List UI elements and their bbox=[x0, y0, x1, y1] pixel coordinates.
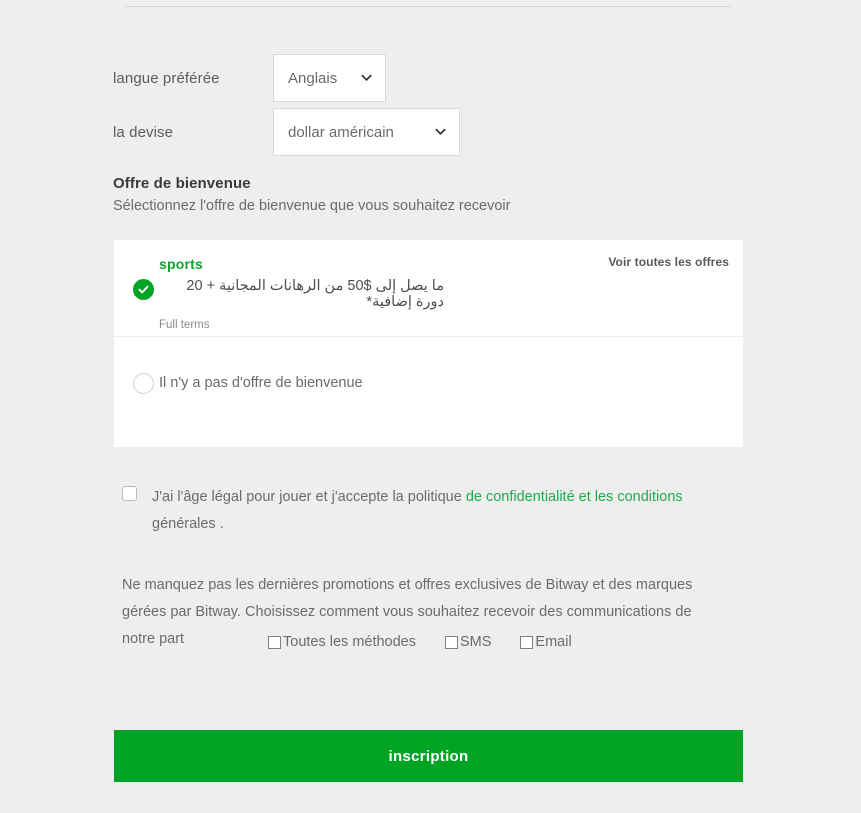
offer-brand-label: sports bbox=[159, 256, 203, 272]
offer-full-terms-link[interactable]: Full terms bbox=[159, 319, 729, 331]
offer-option-none-label: Il n'y a pas d'offre de bienvenue bbox=[159, 375, 363, 391]
language-select[interactable]: Anglais bbox=[273, 54, 386, 102]
currency-label: la devise bbox=[113, 123, 174, 141]
radio-empty-icon[interactable] bbox=[133, 373, 154, 394]
welcome-offer-heading: Offre de bienvenue bbox=[113, 175, 251, 192]
email-label: Email bbox=[535, 634, 572, 650]
currency-select[interactable]: dollar américain bbox=[273, 108, 460, 156]
language-label: langue préférée bbox=[113, 69, 220, 87]
terms-checkbox[interactable] bbox=[122, 486, 137, 501]
method-email[interactable]: Email bbox=[520, 634, 572, 650]
privacy-policy-link[interactable]: de confidentialité et les conditions bbox=[466, 489, 683, 505]
terms-text-after: générales . bbox=[152, 516, 224, 532]
currency-field-row: la devise dollar américain bbox=[113, 108, 460, 156]
terms-acceptance-row: J'ai l'âge légal pour jouer et j'accepte… bbox=[122, 484, 742, 538]
language-select-value: Anglais bbox=[288, 69, 338, 87]
terms-text: J'ai l'âge légal pour jouer et j'accepte… bbox=[152, 484, 740, 538]
email-checkbox[interactable] bbox=[520, 635, 534, 649]
method-all-methods[interactable]: Toutes les méthodes bbox=[268, 634, 416, 650]
offer-details: sports ما يصل إلى $50 من الرهانات المجان… bbox=[159, 256, 729, 331]
check-circle-icon bbox=[133, 279, 154, 300]
register-submit-button[interactable]: inscription bbox=[114, 730, 743, 782]
registration-page: langue préférée Anglais la devise dollar… bbox=[0, 0, 861, 813]
terms-text-before: J'ai l'âge légal pour jouer et j'accepte… bbox=[152, 489, 466, 505]
welcome-offer-subheading: Sélectionnez l'offre de bienvenue que vo… bbox=[113, 198, 511, 214]
sms-checkbox[interactable] bbox=[445, 635, 458, 649]
marketing-methods-row: Toutes les méthodes SMS Email bbox=[268, 634, 572, 650]
offer-description: ما يصل إلى $50 من الرهانات المجانية + 20… bbox=[186, 278, 444, 310]
language-field-row: langue préférée Anglais bbox=[113, 54, 386, 102]
sms-label: SMS bbox=[460, 634, 492, 650]
chevron-down-icon bbox=[361, 72, 372, 83]
method-sms[interactable]: SMS bbox=[445, 634, 491, 650]
section-divider bbox=[125, 6, 730, 7]
chevron-down-icon bbox=[435, 126, 446, 137]
welcome-offer-card: Voir toutes les offres sports ما يصل إلى… bbox=[114, 240, 743, 447]
currency-select-value: dollar américain bbox=[288, 123, 394, 141]
offer-option-none[interactable]: Il n'y a pas d'offre de bienvenue bbox=[114, 337, 743, 447]
all-methods-label: Toutes les méthodes bbox=[283, 634, 416, 650]
all-methods-checkbox[interactable] bbox=[268, 635, 281, 649]
offer-option-sports[interactable]: Voir toutes les offres sports ما يصل إلى… bbox=[114, 240, 743, 337]
